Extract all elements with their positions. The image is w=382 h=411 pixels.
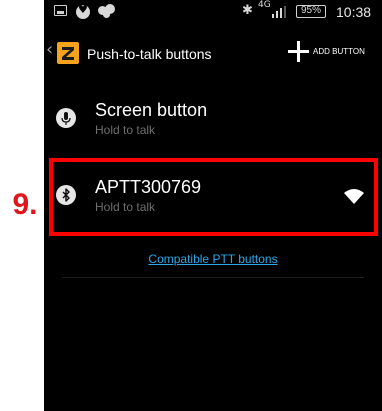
- action-bar: ‹ Push-to-talk buttons ADD BUTTON: [44, 24, 382, 80]
- chat-bubbles-icon: [98, 4, 116, 18]
- heart-icon: [76, 3, 90, 19]
- screen-title: Push-to-talk buttons: [87, 46, 212, 62]
- microphone-icon: [56, 108, 76, 128]
- network-type: 4G: [258, 0, 271, 10]
- plus-icon: [288, 41, 309, 62]
- list-item-screen-button[interactable]: Screen button Hold to talk: [44, 86, 382, 156]
- highlight-box: [49, 158, 378, 236]
- zello-logo-icon[interactable]: [57, 42, 79, 64]
- step-number-label: 9.: [12, 188, 38, 221]
- back-chevron-icon[interactable]: ‹: [46, 40, 53, 60]
- divider: [62, 277, 364, 278]
- battery-icon: 95%: [296, 5, 326, 18]
- status-time: 10:38: [336, 4, 372, 20]
- button-subtitle: Hold to talk: [95, 123, 156, 137]
- button-name: Screen button: [95, 100, 208, 120]
- add-button-label: ADD BUTTON: [313, 47, 365, 56]
- status-bar: ✱ 4G 95% 10:38: [44, 0, 382, 24]
- bluetooth-icon: ✱: [242, 3, 253, 18]
- add-button[interactable]: ADD BUTTON: [288, 40, 382, 64]
- signal-icon: [272, 6, 286, 18]
- screenshot-icon: [54, 5, 67, 16]
- compatible-ptt-buttons-link[interactable]: Compatible PTT buttons: [44, 252, 382, 266]
